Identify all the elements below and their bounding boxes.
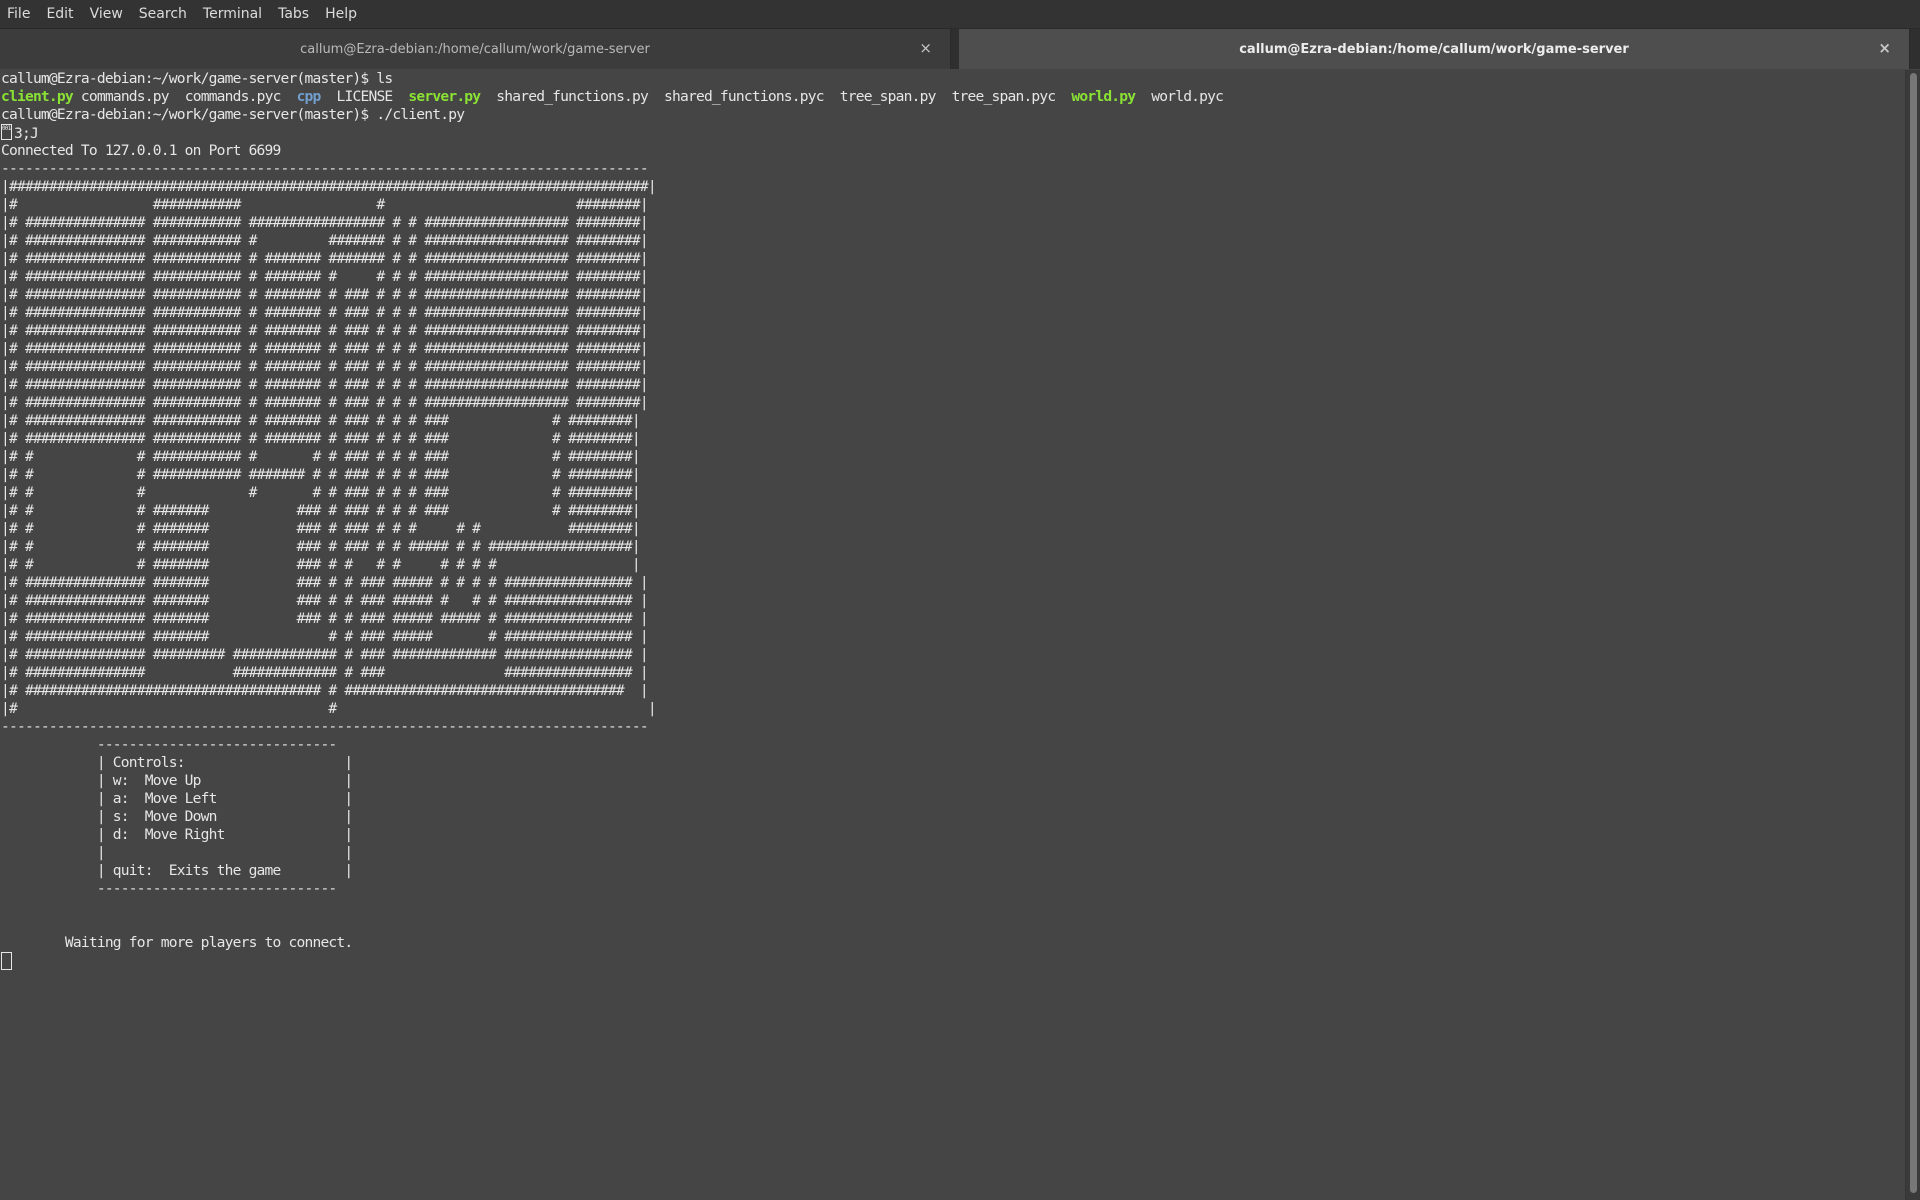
maze-row: |# # # # # # ### # # # ### # ########| (1, 484, 641, 501)
controls-line: | s: Move Down | (1, 808, 353, 825)
controls-line: | a: Move Left | (1, 790, 353, 807)
maze-row: |# ########### # ########| (1, 196, 649, 213)
ls-entry: LICENSE (336, 88, 394, 105)
ls-entry: world.pyc (1151, 88, 1224, 105)
maze-row: |# # # ####### ### # ### # # ##### # # #… (1, 538, 641, 555)
terminal-output[interactable]: callum@Ezra-debian:~/work/game-server(ma… (0, 70, 1906, 1200)
unknown-glyph-icon: 0018 (1, 124, 12, 140)
maze-row: |# # # ####### ### # # # # # # # # | (1, 556, 641, 573)
maze-row: |# ############### ############# # ### #… (1, 664, 649, 681)
maze-row: |# ############### ########### # #######… (1, 376, 649, 393)
maze-row: |# ############### ########### # #######… (1, 430, 641, 447)
connection-status: Connected To 127.0.0.1 on Port 6699 (1, 142, 281, 159)
tab-terminal-2[interactable]: callum@Ezra-debian:/home/callum/work/gam… (959, 29, 1910, 69)
maze-row: |# ############### ######### ###########… (1, 646, 649, 663)
game-maze: |#######################################… (1, 178, 1906, 718)
tab-title: callum@Ezra-debian:/home/callum/work/gam… (300, 41, 650, 57)
ls-entry: tree_span.py (839, 88, 937, 105)
menu-file[interactable]: File (0, 0, 39, 28)
tab-terminal-1[interactable]: callum@Ezra-debian:/home/callum/work/gam… (0, 29, 951, 69)
menu-search[interactable]: Search (132, 0, 196, 28)
ls-entry: server.py (408, 88, 481, 105)
maze-row: |# ############### ####### # # ### #####… (1, 628, 649, 645)
terminal-cursor (1, 952, 12, 970)
maze-row: |# ############### ########### # #######… (1, 268, 649, 285)
maze-row: |# ############### ########### # #######… (1, 304, 649, 321)
close-icon[interactable]: × (1878, 39, 1891, 57)
prompt-line: callum@Ezra-debian:~/work/game-server(ma… (1, 106, 465, 123)
escape-text: 3;J (14, 125, 39, 142)
maze-row: |# # # ########### ####### # # ### # # #… (1, 466, 641, 483)
menu-bar: File Edit View Search Terminal Tabs Help (0, 0, 1920, 29)
prompt-line: callum@Ezra-debian:~/work/game-server(ma… (1, 70, 393, 87)
tab-title: callum@Ezra-debian:/home/callum/work/gam… (1239, 41, 1629, 57)
controls-line: | w: Move Up | (1, 772, 353, 789)
scrollbar-thumb[interactable] (1910, 73, 1917, 1193)
maze-row: |# ############### ########### # #######… (1, 232, 649, 249)
menu-tabs[interactable]: Tabs (271, 0, 318, 28)
ls-entry: world.py (1071, 88, 1136, 105)
maze-row: |# #####################################… (1, 682, 649, 699)
maze-row: |# ############### ########### # #######… (1, 340, 649, 357)
ls-entry: shared_functions.pyc (664, 88, 825, 105)
maze-row: |# ############### ########### # #######… (1, 394, 649, 411)
controls-box: ------------------------------ | Control… (1, 736, 1906, 898)
escape-sequence-line: 00183;J (1, 124, 1906, 142)
menu-view[interactable]: View (83, 0, 132, 28)
tab-bar: callum@Ezra-debian:/home/callum/work/gam… (0, 29, 1920, 69)
maze-row: |# ############### ########### # #######… (1, 250, 649, 267)
maze-row: |# ############### ####### ### # # ### #… (1, 574, 649, 591)
cursor-line (1, 952, 1906, 970)
menu-help[interactable]: Help (318, 0, 366, 28)
maze-border-top: ----------------------------------------… (1, 160, 649, 177)
controls-border-top: ------------------------------ (1, 736, 337, 753)
maze-row: |# # # ####### ### # ### # # # # # #####… (1, 520, 641, 537)
maze-row: |# ############### ####### ### # # ### #… (1, 592, 649, 609)
scrollbar[interactable] (1905, 70, 1920, 1200)
controls-line: | Controls: | (1, 754, 353, 771)
maze-row: |# ############### ########### #########… (1, 214, 649, 231)
controls-line: | quit: Exits the game | (1, 862, 353, 879)
maze-row: |# # | (1, 700, 657, 717)
menu-terminal[interactable]: Terminal (196, 0, 271, 28)
maze-row: |#######################################… (1, 178, 657, 195)
controls-border-bottom: ------------------------------ (1, 880, 337, 897)
ls-entry: commands.py (80, 88, 170, 105)
ls-entry: cpp (296, 88, 322, 105)
maze-row: |# ############### ########### # #######… (1, 412, 641, 429)
maze-row: |# # # ####### ### # ### # # # ### # ###… (1, 502, 641, 519)
menu-edit[interactable]: Edit (39, 0, 82, 28)
ls-entry: client.py (1, 88, 74, 105)
close-icon[interactable]: × (919, 39, 932, 57)
maze-row: |# ############### ########### # #######… (1, 322, 649, 339)
maze-row: |# ############### ########### # #######… (1, 286, 649, 303)
ls-entry: tree_span.pyc (951, 88, 1057, 105)
controls-line: | | (1, 844, 353, 861)
ls-entry: shared_functions.py (496, 88, 649, 105)
maze-border-bottom: ----------------------------------------… (1, 718, 649, 735)
maze-row: |# ############### ####### ### # # ### #… (1, 610, 649, 627)
maze-row: |# # # ########### # # # ### # # # ### #… (1, 448, 641, 465)
controls-line: | d: Move Right | (1, 826, 353, 843)
ls-entry: commands.pyc (184, 88, 282, 105)
waiting-message: Waiting for more players to connect. (1, 934, 353, 951)
ls-output: client.py commands.py commands.pyc cpp L… (1, 88, 1906, 106)
maze-row: |# ############### ########### # #######… (1, 358, 649, 375)
